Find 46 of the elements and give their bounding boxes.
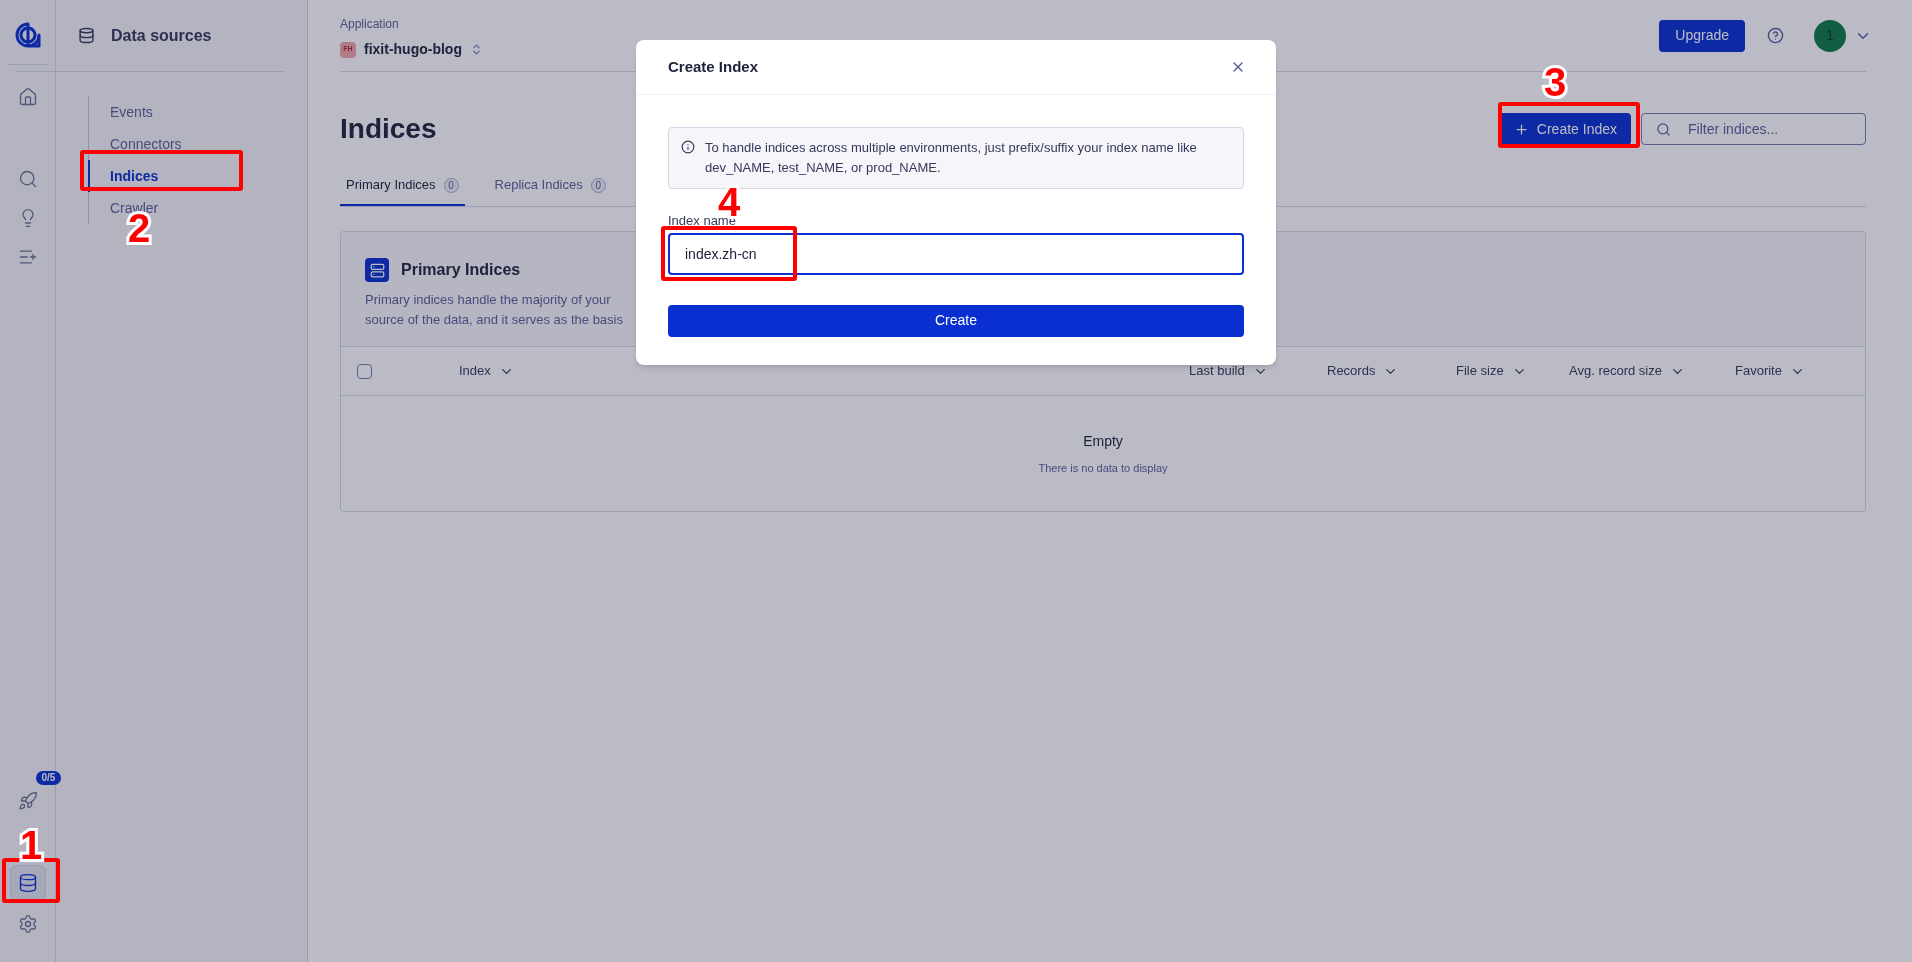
info-icon [681, 140, 695, 154]
sidebar-title: Data sources [111, 25, 212, 46]
plus-icon [1513, 121, 1529, 137]
count-badge: 0 [590, 177, 606, 193]
help-icon[interactable] [1767, 27, 1784, 44]
column-header[interactable]: Records [1327, 361, 1456, 381]
tab[interactable]: Primary Indices 0 [340, 166, 465, 206]
column-header[interactable]: Avg. record size [1569, 361, 1735, 381]
card-description: source of the data, and it serves as the basis [365, 311, 623, 329]
empty-text: There is no data to display [1038, 460, 1168, 476]
page-title: Indices [340, 112, 437, 146]
sidebar-item[interactable]: Events [88, 96, 285, 128]
filter-field[interactable]: Filter indices... [1641, 113, 1866, 145]
home-icon [17, 87, 38, 107]
card-title: Primary Indices [401, 260, 521, 280]
search-icon [17, 169, 38, 189]
annotation-number: 1 [20, 823, 43, 867]
column-header[interactable]: Index [459, 361, 559, 381]
dialog-title: Create Index [668, 56, 759, 77]
annotation-number: 3 [1544, 60, 1567, 104]
index-name-field[interactable]: index.zh-cn [668, 232, 1244, 275]
select-all-checkbox[interactable] [357, 363, 372, 379]
settings-icon [17, 914, 38, 934]
count-badge: 0/5 [35, 771, 62, 785]
create-button[interactable]: Create [668, 304, 1244, 337]
card-description: Primary indices handle the majority of your [365, 291, 611, 309]
create-index-button[interactable]: Create Index [1499, 113, 1631, 145]
info-text: To handle indices across multiple environments, just prefix/suffix your index name like dev_NAME, test_NAME, or prod_NAME. [705, 139, 1198, 177]
upgrade-button[interactable]: Upgrade [1659, 19, 1745, 52]
database-icon [17, 873, 38, 893]
application-label: Application [340, 16, 400, 33]
empty-title: Empty [1083, 431, 1123, 451]
search-icon [1656, 122, 1671, 137]
database-icon [78, 27, 95, 44]
tab[interactable]: Replica Indices 0 [488, 166, 612, 206]
logo-icon[interactable] [14, 22, 41, 48]
rail-button[interactable] [9, 865, 46, 901]
column-header[interactable]: Favorite [1735, 361, 1865, 381]
sidebar-item[interactable]: Indices [88, 160, 285, 192]
column-header[interactable]: Last build [1189, 361, 1327, 381]
server-icon [365, 258, 389, 282]
app-selector[interactable]: fixit-hugo-blog [364, 39, 462, 60]
column-header[interactable]: File size [1456, 361, 1569, 381]
rocket-icon [17, 791, 38, 811]
count-badge: 0 [443, 177, 459, 193]
sidebar-item[interactable]: Connectors [88, 128, 285, 160]
